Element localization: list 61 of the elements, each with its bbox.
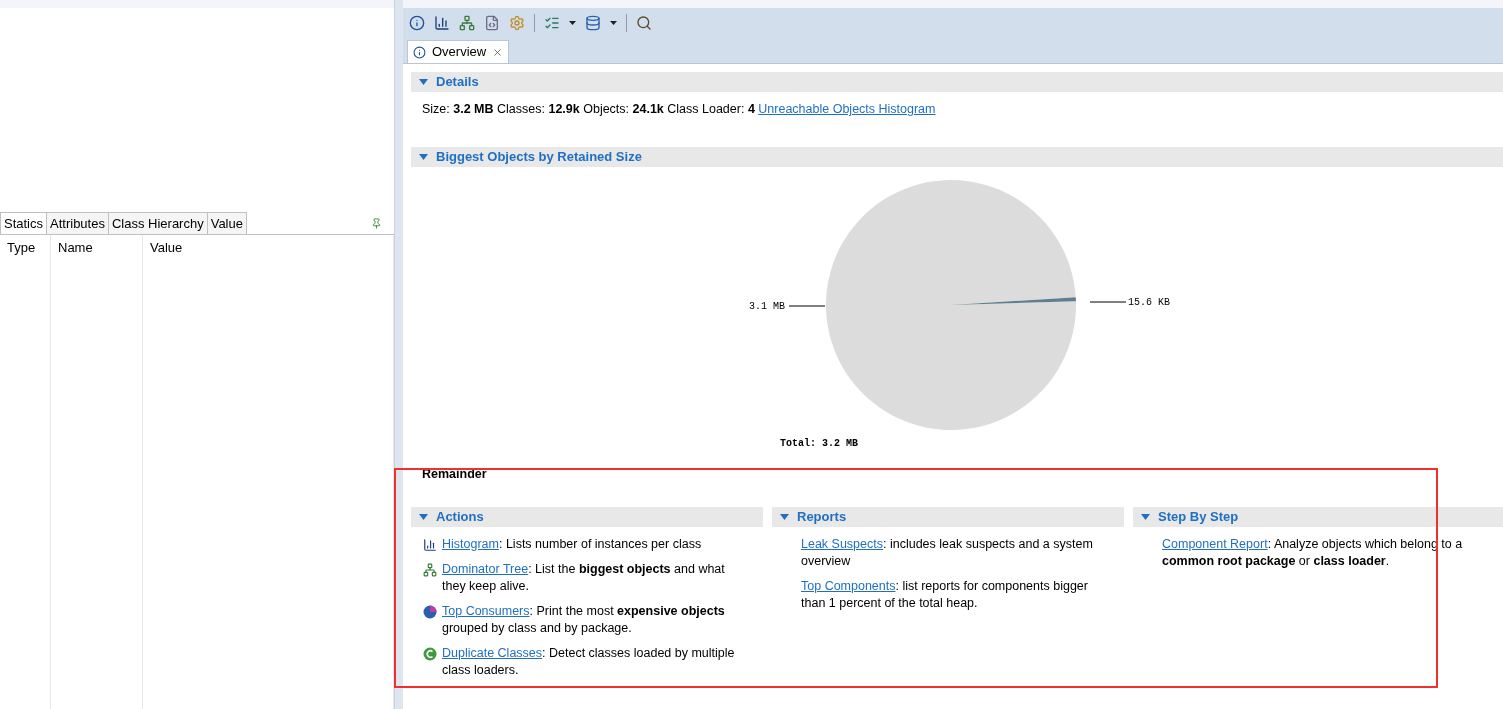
section-title[interactable]: Actions [436,506,484,527]
caret-icon[interactable] [419,79,428,85]
item-link[interactable]: Histogram [442,536,499,551]
section-header[interactable]: Reports [772,506,1124,527]
list-icon[interactable] [544,15,560,31]
info-icon [413,45,426,59]
bar-chart-icon[interactable] [434,15,450,31]
editor-tab[interactable]: Overview [407,40,510,63]
item-description: Top Components: list reports for components bigger than 1 percent of the total heap. [801,577,1089,612]
section-title[interactable]: Step By Step [1158,506,1239,527]
view-tab[interactable]: Class Hierarchy [108,212,208,234]
section-header[interactable]: Actions [411,506,763,527]
item-description: Leak Suspects: includes leak suspects and a system overview [801,535,1094,570]
item-link[interactable]: Top Consumers [442,603,530,618]
close-icon[interactable] [492,46,504,58]
item-description: Top Consumers: Print the most expensive objects grouped by class and by package. [442,602,726,637]
item-description: Duplicate Classes: Detect classes loaded by multiple class loaders. [442,644,736,679]
search-icon[interactable] [636,15,652,31]
histogram-link[interactable]: Unreachable Objects Histogram [758,102,936,116]
chart-total: Total: 3.2 MB [780,436,859,451]
view-tab[interactable]: Attributes [47,212,109,234]
column-header[interactable]: Value [143,235,393,261]
tree-icon[interactable] [459,15,475,31]
dropdown-caret-icon[interactable] [569,21,576,25]
view-tab[interactable]: Value [207,212,247,234]
item-description: Dominator Tree: List the biggest objects and what they keep alive. [442,560,726,595]
tree-icon [423,562,437,577]
section-title[interactable]: Biggest Objects by Retained Size [436,147,642,167]
section-header[interactable]: Details [411,72,1503,92]
settings-icon[interactable] [509,15,525,31]
pie-icon [423,604,437,619]
section-title[interactable]: Reports [797,506,847,527]
bar-chart-icon [423,537,437,552]
document-icon[interactable] [484,15,500,31]
column-header[interactable]: Type [0,235,50,261]
caret-icon[interactable] [419,153,428,160]
splitter-bar[interactable] [395,0,403,709]
tab-label[interactable]: Overview [432,42,487,62]
item-description: Histogram: Lists number of instances per class [442,535,702,553]
info-icon[interactable] [409,15,425,31]
slice-label: 15.6 KB [1128,296,1170,308]
caret-icon[interactable] [780,513,789,520]
item-link[interactable]: Top Components [801,578,896,593]
section-title[interactable]: Details [436,72,479,92]
details-summary: Size: 3.2 MB Classes: 12.9k Objects: 24.1k Class Loader: 4 Unreachable Objects Histogram [422,101,937,118]
item-link[interactable]: Component Report [1162,536,1268,551]
leader-line [1089,301,1127,303]
view-tab[interactable]: Statics [0,212,47,234]
leader-line [788,305,826,307]
section-header[interactable]: Step By Step [1133,506,1503,527]
item-link[interactable]: Leak Suspects [801,536,883,551]
class-icon [423,646,437,661]
pin-icon[interactable] [371,218,382,229]
column-header[interactable]: Name [51,235,142,261]
section-header[interactable]: Biggest Objects by Retained Size [411,146,1503,167]
slice-label: 3.1 MB [749,300,785,312]
caret-icon[interactable] [1141,513,1150,520]
caret-icon[interactable] [419,513,428,520]
database-icon[interactable] [585,15,601,31]
dropdown-caret-icon[interactable] [610,21,617,25]
remainder-title: Remainder [422,465,488,483]
